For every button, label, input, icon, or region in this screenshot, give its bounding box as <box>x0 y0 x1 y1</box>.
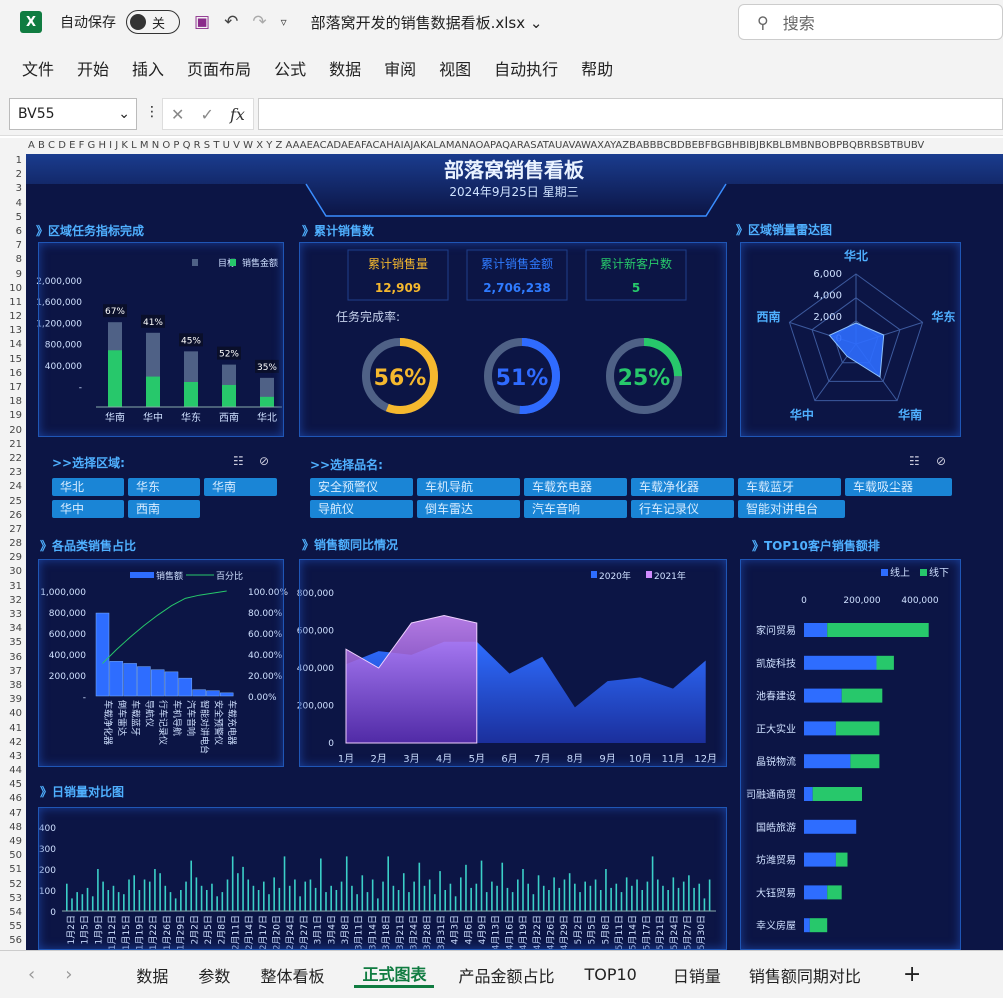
section-radar: 》区域销量雷达图 <box>736 223 833 237</box>
search-icon: ⚲ <box>757 12 769 32</box>
panel-region <box>38 242 284 437</box>
document-title[interactable]: 部落窝开发的销售数据看板.xlsx ⌄ <box>311 12 543 33</box>
sheet-tab[interactable]: 数据 <box>136 963 168 987</box>
sheet-tab[interactable]: 销售额同期对比 <box>749 963 861 987</box>
function-icon[interactable]: fx <box>230 105 245 124</box>
next-sheet-icon[interactable]: › <box>65 964 72 985</box>
formula-buttons: ✕ ✓ fx <box>162 98 254 130</box>
panel-category <box>38 559 284 767</box>
name-box-value: BV55 <box>18 106 55 122</box>
clear-filter-icon-2[interactable]: ⊘ <box>936 454 946 468</box>
region-chip-xinan[interactable]: 西南 <box>128 500 200 518</box>
panel-kpi <box>299 242 727 437</box>
dashboard-title: 部落窝销售看板 <box>444 158 585 182</box>
sheet-tab[interactable]: TOP10 <box>584 965 636 984</box>
clear-filter-icon[interactable]: ⊘ <box>259 454 269 468</box>
toggle-knob-icon <box>130 14 146 30</box>
ribbon-menu: 文件 开始 插入 页面布局 公式 数据 审阅 视图 自动执行 帮助 <box>0 44 1003 92</box>
product-chip[interactable]: 车载充电器 <box>524 478 627 496</box>
formula-bar: BV55 ⌄ ⋮ ✕ ✓ fx <box>0 92 1003 136</box>
row-headers: 1 2 3 4 5 6 7 8 9 10 11 12 13 14 15 16 17 18 19 20 21 22 23 24 2… <box>0 154 26 950</box>
section-region-task: 》区域任务指标完成 <box>36 224 145 238</box>
section-daily: 》日销量对比图 <box>40 785 125 799</box>
more-options-icon[interactable]: ⋮ <box>145 104 159 120</box>
sheet-tab[interactable]: 参数 <box>198 963 230 987</box>
document-title-text: 部落窝开发的销售数据看板.xlsx <box>310 13 526 32</box>
save-icon[interactable]: ▣ <box>194 12 210 32</box>
column-headers: A B C D E F G H I J K L M N O P Q R S T … <box>0 138 1003 154</box>
chevron-down-icon: ⌄ <box>118 106 130 122</box>
menu-insert[interactable]: 插入 <box>132 56 164 80</box>
sheet-tab-bar: ‹ › 数据 参数 整体看板 正式图表 产品金额占比 TOP10 日销量 销售额… <box>0 950 1003 998</box>
section-cumulative: 》累计销售数 <box>302 224 375 238</box>
product-chip[interactable]: 车载吸尘器 <box>845 478 952 496</box>
excel-logo-icon: X <box>20 11 42 33</box>
sheet-tab[interactable]: 日销量 <box>673 963 721 987</box>
menu-home[interactable]: 开始 <box>77 56 109 80</box>
multi-select-icon-2[interactable]: ☷ <box>909 454 920 468</box>
product-chip[interactable]: 导航仪 <box>310 500 413 518</box>
product-chip[interactable]: 车机导航 <box>417 478 520 496</box>
menu-automate[interactable]: 自动执行 <box>494 56 558 80</box>
region-chip-huanan[interactable]: 华南 <box>204 478 277 496</box>
section-category: 》各品类销售占比 <box>40 539 137 553</box>
menu-view[interactable]: 视图 <box>439 56 471 80</box>
menu-data[interactable]: 数据 <box>329 56 361 80</box>
product-chip[interactable]: 车载净化器 <box>631 478 734 496</box>
menu-file[interactable]: 文件 <box>22 56 54 80</box>
region-chip-huabei[interactable]: 华北 <box>52 478 124 496</box>
region-chip-huazhong[interactable]: 华中 <box>52 500 124 518</box>
menu-page-layout[interactable]: 页面布局 <box>187 56 251 80</box>
autosave-toggle[interactable]: 关 <box>126 10 180 34</box>
dashboard: 部落窝销售看板 2024年9月25日 星期三 2,000,000 1,600,00… <box>26 154 1003 950</box>
redo-icon[interactable]: ↷ <box>252 12 266 32</box>
autosave-label: 自动保存 <box>60 15 116 31</box>
undo-icon[interactable]: ↶ <box>224 12 238 32</box>
product-chip[interactable]: 汽车音响 <box>524 500 627 518</box>
autosave-state: 关 <box>152 16 166 32</box>
product-chip[interactable]: 行车记录仪 <box>631 500 734 518</box>
product-chip[interactable]: 车载蓝牙 <box>738 478 841 496</box>
panel-radar <box>740 242 961 437</box>
product-filter-label: >>选择品名: <box>310 458 383 472</box>
section-yoy: 》销售额同比情况 <box>302 538 399 552</box>
product-chip[interactable]: 倒车雷达 <box>417 500 520 518</box>
sheet-tab[interactable]: 整体看板 <box>260 963 324 987</box>
panel-yoy <box>299 559 727 767</box>
add-sheet-icon[interactable]: + <box>903 962 921 987</box>
region-filter-label: >>选择区域: <box>52 456 125 470</box>
section-top10: 》TOP10客户销售额排 <box>752 539 880 553</box>
sheet-tab-active[interactable]: 正式图表 <box>354 961 435 988</box>
region-chip-huadong[interactable]: 华东 <box>128 478 200 496</box>
product-chip[interactable]: 安全预警仪 <box>310 478 413 496</box>
menu-review[interactable]: 审阅 <box>384 56 416 80</box>
search-box[interactable]: ⚲ 搜索 <box>738 4 1003 40</box>
panel-daily <box>38 807 727 950</box>
check-icon[interactable]: ✓ <box>201 105 214 124</box>
title-bar: X 自动保存 关 ▣ ↶ ↷ ▿ 部落窝开发的销售数据看板.xlsx ⌄ ⚲ 搜索 <box>0 0 1003 44</box>
prev-sheet-icon[interactable]: ‹ <box>28 964 35 985</box>
customize-dropdown-icon[interactable]: ▿ <box>281 15 287 29</box>
menu-formulas[interactable]: 公式 <box>274 56 306 80</box>
product-chip[interactable]: 智能对讲电台 <box>738 500 845 518</box>
panel-top10 <box>740 559 961 950</box>
multi-select-icon[interactable]: ☷ <box>233 454 244 468</box>
cancel-icon[interactable]: ✕ <box>171 105 184 124</box>
dashboard-date: 2024年9月25日 星期三 <box>449 185 578 199</box>
menu-help[interactable]: 帮助 <box>581 56 613 80</box>
sheet-tab[interactable]: 产品金额占比 <box>458 963 554 987</box>
name-box[interactable]: BV55 ⌄ <box>9 98 137 130</box>
search-placeholder: 搜索 <box>782 14 815 33</box>
formula-input[interactable] <box>258 98 1003 130</box>
